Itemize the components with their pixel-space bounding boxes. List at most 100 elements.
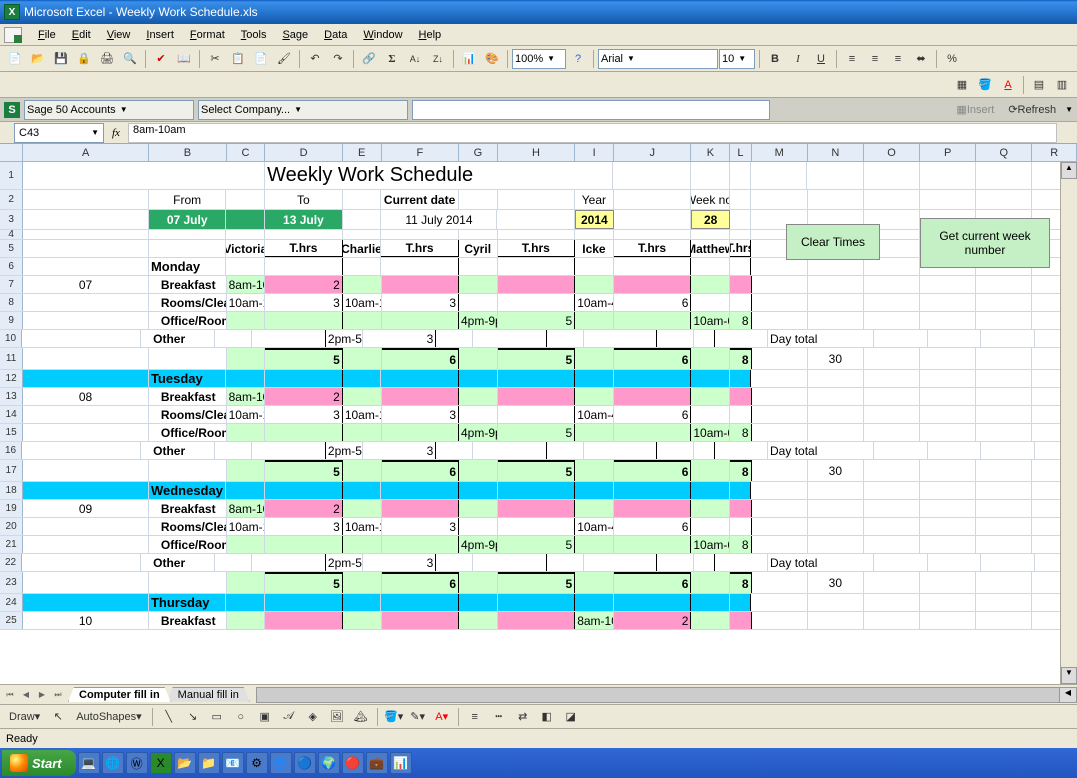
menu-insert[interactable]: Insert bbox=[138, 27, 182, 43]
cell[interactable] bbox=[976, 406, 1032, 423]
cell[interactable] bbox=[864, 312, 920, 329]
cell[interactable] bbox=[920, 388, 976, 405]
cell[interactable] bbox=[691, 482, 730, 499]
cell[interactable] bbox=[227, 424, 266, 441]
cell[interactable]: Monday bbox=[149, 258, 226, 275]
cell[interactable]: 09 bbox=[23, 500, 149, 517]
rectangle-icon[interactable]: ▭ bbox=[206, 706, 228, 728]
cell[interactable]: 5 bbox=[498, 348, 575, 369]
cell[interactable] bbox=[381, 230, 458, 239]
tab-last-icon[interactable]: ⏭ bbox=[50, 687, 66, 703]
cell[interactable] bbox=[691, 594, 730, 611]
cut-icon[interactable]: ✂ bbox=[204, 48, 226, 70]
cell[interactable] bbox=[227, 312, 266, 329]
cell[interactable] bbox=[226, 482, 265, 499]
cell[interactable] bbox=[752, 612, 808, 629]
cell[interactable]: 10 bbox=[23, 612, 149, 629]
percent-icon[interactable]: % bbox=[941, 48, 963, 70]
cell[interactable] bbox=[614, 594, 691, 611]
font-combo[interactable]: Arial▼ bbox=[598, 49, 718, 69]
menu-format[interactable]: Format bbox=[182, 27, 233, 43]
cell[interactable] bbox=[976, 536, 1032, 553]
col-header-P[interactable]: P bbox=[920, 144, 976, 161]
cell[interactable] bbox=[752, 460, 808, 481]
cell[interactable] bbox=[864, 276, 920, 293]
cell[interactable]: 30 bbox=[808, 460, 864, 481]
cell[interactable]: 6 bbox=[614, 348, 691, 369]
font-color2-icon[interactable]: A▾ bbox=[431, 706, 453, 728]
cell[interactable] bbox=[691, 460, 730, 481]
cell[interactable]: Current date bbox=[381, 190, 458, 209]
cell[interactable] bbox=[808, 482, 864, 499]
task-icon-1[interactable]: 💻 bbox=[78, 752, 100, 774]
cell[interactable]: 2 bbox=[265, 276, 342, 293]
cell[interactable] bbox=[691, 230, 730, 239]
cell[interactable] bbox=[575, 594, 614, 611]
cell[interactable] bbox=[864, 482, 920, 499]
cell[interactable] bbox=[23, 190, 149, 209]
cell[interactable]: Week no. bbox=[691, 190, 730, 209]
cell[interactable]: T.hrs bbox=[265, 240, 342, 257]
cell[interactable] bbox=[498, 276, 575, 293]
cell[interactable] bbox=[920, 312, 976, 329]
cell[interactable] bbox=[23, 518, 149, 535]
diagram-icon[interactable]: ◈ bbox=[302, 706, 324, 728]
cell[interactable] bbox=[751, 594, 807, 611]
border-icon[interactable]: ▦ bbox=[951, 74, 973, 96]
cell[interactable]: Other bbox=[141, 330, 215, 347]
cell[interactable] bbox=[23, 348, 149, 369]
cell[interactable] bbox=[575, 572, 614, 593]
cell[interactable] bbox=[265, 594, 342, 611]
cell[interactable] bbox=[808, 406, 864, 423]
cell[interactable] bbox=[751, 162, 807, 189]
cell[interactable] bbox=[23, 258, 149, 275]
cell[interactable]: 2 bbox=[614, 612, 691, 629]
research-icon[interactable]: 📖 bbox=[173, 48, 195, 70]
cell[interactable]: 8am-10am bbox=[227, 500, 266, 517]
cell[interactable] bbox=[227, 348, 266, 369]
cell[interactable] bbox=[149, 240, 226, 257]
cell[interactable] bbox=[226, 594, 265, 611]
cell[interactable]: Cyril bbox=[459, 240, 498, 257]
cell[interactable] bbox=[436, 554, 473, 571]
new-icon[interactable]: 📄 bbox=[4, 48, 26, 70]
line-color-icon[interactable]: ✎▾ bbox=[407, 706, 429, 728]
cell[interactable]: 3 bbox=[382, 294, 459, 311]
cell[interactable] bbox=[976, 518, 1032, 535]
cell[interactable] bbox=[498, 500, 575, 517]
col-header-H[interactable]: H bbox=[498, 144, 575, 161]
cell[interactable]: 4pm-9pm bbox=[459, 536, 498, 553]
cell[interactable] bbox=[227, 612, 266, 629]
col-header-I[interactable]: I bbox=[575, 144, 614, 161]
zoom-combo[interactable]: 100%▼ bbox=[512, 49, 566, 69]
cell[interactable] bbox=[265, 612, 342, 629]
cell[interactable] bbox=[265, 230, 342, 239]
bold-button[interactable]: B bbox=[764, 48, 786, 70]
cell[interactable] bbox=[149, 460, 227, 481]
cell[interactable] bbox=[920, 612, 976, 629]
cell[interactable]: 3 bbox=[363, 442, 436, 459]
cell[interactable]: Day total bbox=[768, 554, 874, 571]
cell[interactable] bbox=[575, 276, 614, 293]
cell[interactable] bbox=[752, 276, 808, 293]
cell[interactable]: 5 bbox=[498, 536, 575, 553]
cell[interactable] bbox=[343, 536, 382, 553]
cell[interactable] bbox=[920, 500, 976, 517]
row-header[interactable]: 1 bbox=[0, 162, 23, 189]
cell[interactable] bbox=[215, 442, 252, 459]
cell[interactable] bbox=[694, 330, 715, 347]
cell[interactable] bbox=[730, 276, 751, 293]
cell[interactable]: 2pm-5pm bbox=[326, 442, 363, 459]
cell[interactable]: T.hrs bbox=[614, 240, 691, 257]
cell[interactable]: Rooms/Cleaning bbox=[149, 406, 227, 423]
cell[interactable] bbox=[920, 162, 976, 189]
cell[interactable] bbox=[864, 190, 920, 209]
cell[interactable] bbox=[614, 312, 691, 329]
cell[interactable] bbox=[459, 276, 498, 293]
permission-icon[interactable]: 🔒 bbox=[73, 48, 95, 70]
fontsize-combo[interactable]: 10▼ bbox=[719, 49, 755, 69]
cell[interactable] bbox=[614, 388, 691, 405]
task-icon-8[interactable]: ⚙ bbox=[246, 752, 268, 774]
cell[interactable] bbox=[381, 594, 458, 611]
cell[interactable] bbox=[23, 230, 149, 239]
